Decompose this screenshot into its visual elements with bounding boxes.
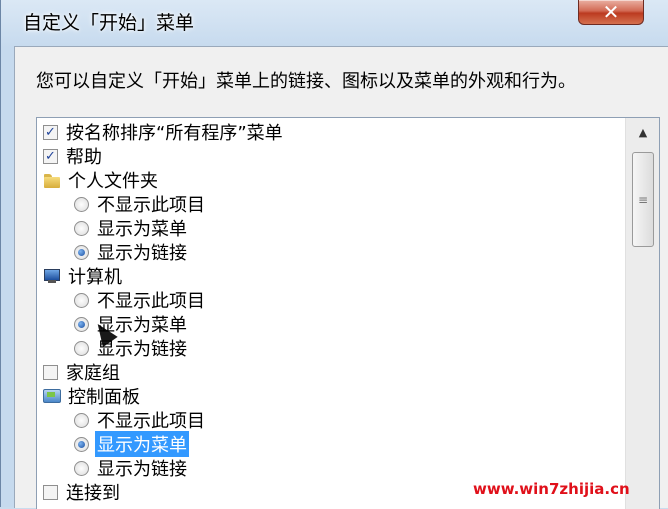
- watermark-text: www.win7zhijia.cn: [473, 480, 630, 498]
- computer-icon: [43, 268, 61, 284]
- list-group: 计算机: [43, 264, 122, 288]
- customize-start-menu-dialog: 自定义「开始」菜单 ✕ 您可以自定义「开始」菜单上的链接、图标以及菜单的外观和行…: [0, 0, 668, 509]
- list-item[interactable]: 连接到: [43, 480, 120, 504]
- list-item-label: 显示为菜单: [97, 219, 187, 240]
- list-item-label: 不显示此项目: [97, 195, 205, 216]
- list-item[interactable]: 家庭组: [43, 360, 120, 384]
- window-title: 自定义「开始」菜单: [23, 12, 195, 34]
- list-item[interactable]: 不显示此项目: [74, 288, 205, 312]
- list-item-selected[interactable]: 显示为菜单: [74, 431, 189, 457]
- list-group-label: 个人文件夹: [68, 171, 158, 192]
- list-item[interactable]: ✓ 帮助: [43, 144, 102, 168]
- radio-button[interactable]: [74, 196, 89, 212]
- radio-button-selected[interactable]: [74, 316, 89, 332]
- list-item[interactable]: 不显示此项目: [74, 192, 205, 216]
- list-item-label: 帮助: [66, 147, 102, 168]
- list-item[interactable]: 显示为链接: [74, 240, 187, 264]
- radio-button-selected[interactable]: [74, 244, 89, 260]
- list-item-label: 显示为菜单: [95, 431, 189, 457]
- list-item[interactable]: ✓ 按名称排序“所有程序”菜单: [43, 120, 283, 144]
- list-group: 个人文件夹: [43, 168, 158, 192]
- list-group-label: 计算机: [68, 267, 122, 288]
- options-list[interactable]: ✓ 按名称排序“所有程序”菜单 ✓ 帮助 个人文件夹 不显示此项目 显示为菜单 …: [36, 117, 660, 509]
- radio-button[interactable]: [74, 340, 89, 356]
- list-item[interactable]: 显示为链接: [74, 336, 187, 360]
- close-button[interactable]: ✕: [578, 0, 644, 25]
- checkbox-checked[interactable]: ✓: [43, 124, 58, 140]
- radio-button[interactable]: [74, 460, 89, 476]
- list-item-label: 显示为链接: [97, 243, 187, 264]
- list-item[interactable]: 显示为菜单: [74, 312, 187, 336]
- dialog-content: 您可以自定义「开始」菜单上的链接、图标以及菜单的外观和行为。 ✓ 按名称排序“所…: [14, 46, 668, 509]
- list-item[interactable]: 显示为菜单: [74, 216, 187, 240]
- list-item[interactable]: 不显示此项目: [74, 408, 205, 432]
- list-group-label: 控制面板: [68, 387, 140, 408]
- list-item-label: 连接到: [66, 483, 120, 504]
- list-item-label: 不显示此项目: [97, 291, 205, 312]
- list-item-label: 按名称排序“所有程序”菜单: [66, 123, 283, 144]
- list-item[interactable]: 显示为链接: [74, 456, 187, 480]
- radio-button[interactable]: [74, 412, 89, 428]
- folder-icon: [43, 172, 61, 188]
- scrollbar-thumb[interactable]: ≡: [632, 152, 654, 247]
- checkbox-unchecked[interactable]: [43, 364, 58, 380]
- close-icon: ✕: [602, 0, 620, 24]
- list-item-label: 显示为链接: [97, 459, 187, 480]
- list-item-label: 家庭组: [66, 363, 120, 384]
- scroll-up-arrow-icon[interactable]: ▲: [626, 118, 659, 146]
- description-text: 您可以自定义「开始」菜单上的链接、图标以及菜单的外观和行为。: [36, 71, 576, 92]
- radio-button-selected[interactable]: [74, 436, 89, 452]
- vertical-scrollbar[interactable]: ▲ ≡: [625, 118, 659, 509]
- checkbox-unchecked[interactable]: [43, 484, 58, 500]
- control-panel-icon: [43, 388, 61, 404]
- list-group: 控制面板: [43, 384, 140, 408]
- radio-button[interactable]: [74, 292, 89, 308]
- checkbox-checked[interactable]: ✓: [43, 148, 58, 164]
- radio-button[interactable]: [74, 220, 89, 236]
- list-item-label: 不显示此项目: [97, 411, 205, 432]
